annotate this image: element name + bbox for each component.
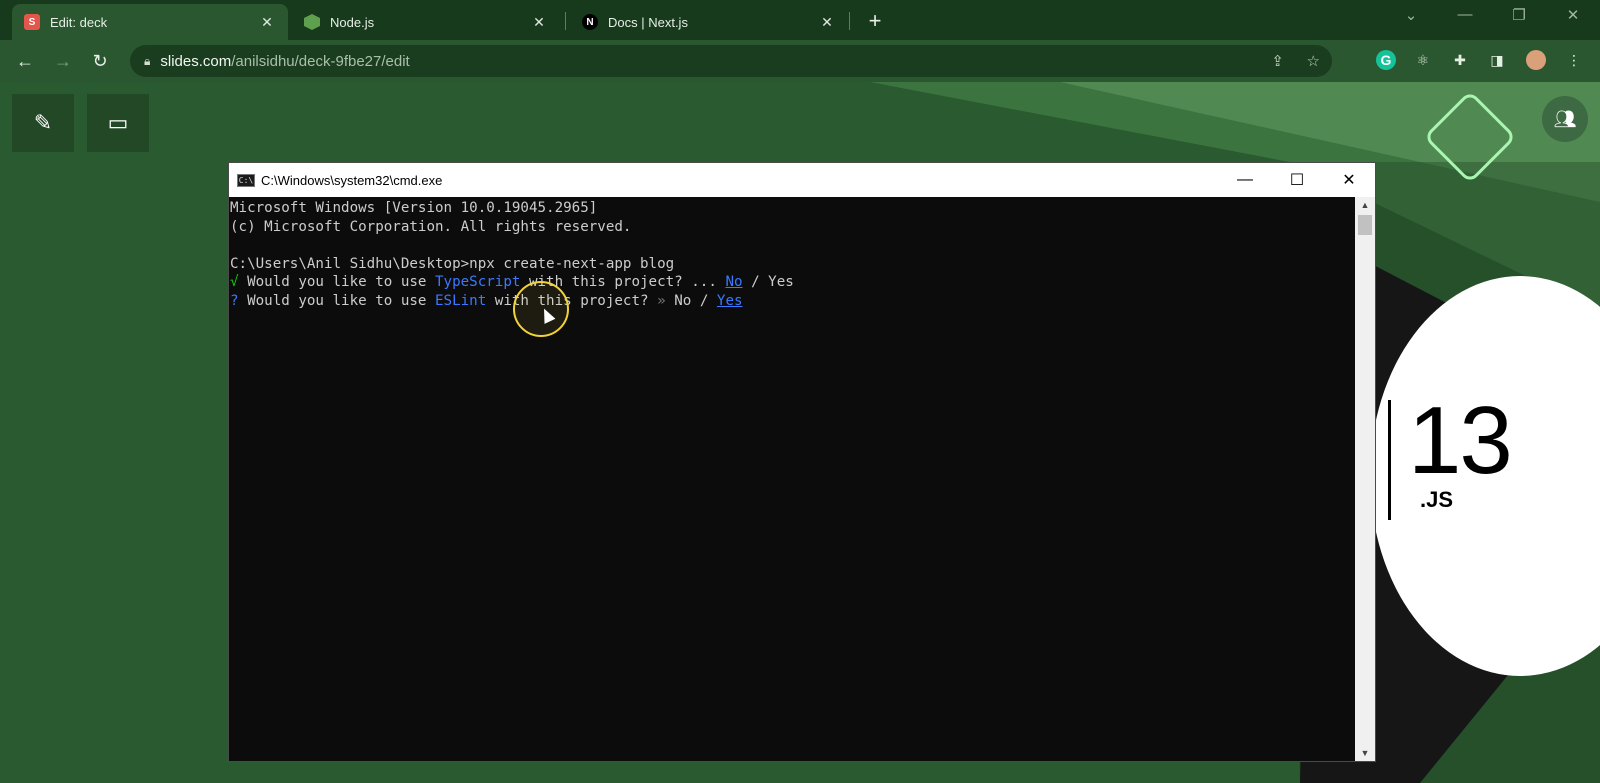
terminal-line: Microsoft Windows [Version 10.0.19045.29…	[230, 200, 598, 216]
terminal-prompt-typescript: √ Would you like to use TypeScript with …	[230, 274, 794, 290]
collaborators-button[interactable]: 👥︎	[1542, 96, 1588, 142]
window-close-icon[interactable]: ✕	[1558, 6, 1588, 24]
nextjs-suffix-text: .JS	[1420, 487, 1454, 512]
scroll-down-arrow-icon[interactable]: ▼	[1355, 745, 1375, 761]
cmd-title: C:\Windows\system32\cmd.exe	[261, 172, 443, 188]
tab-title: Edit: deck	[50, 14, 108, 30]
terminal-command-line: C:\Users\Anil Sidhu\Desktop>npx create-n…	[230, 255, 675, 272]
browser-toolbar: ← → ↻ 🔒︎ slides.com/anilsidhu/deck-9fbe2…	[0, 40, 1600, 82]
tab-title: Docs | Next.js	[608, 14, 688, 30]
cmd-titlebar[interactable]: C:\ C:\Windows\system32\cmd.exe — ☐ ✕	[229, 163, 1375, 197]
tab-separator	[849, 12, 850, 30]
menu-kebab-icon[interactable]: ⋮	[1564, 50, 1584, 70]
lock-icon: 🔒︎	[144, 53, 151, 68]
profile-avatar[interactable]	[1526, 50, 1546, 70]
browser-tabstrip: S Edit: deck ✕ Node.js ✕ N Docs | Next.j…	[0, 0, 1600, 40]
terminal-prompt-eslint: ? Would you like to use ESLint with this…	[230, 292, 743, 309]
present-button[interactable]: ▭	[87, 94, 149, 152]
nextjs-version-text: 13	[1408, 387, 1513, 494]
url-text: slides.com/anilsidhu/deck-9fbe27/edit	[160, 52, 410, 70]
terminal-output[interactable]: Microsoft Windows [Version 10.0.19045.29…	[229, 197, 1355, 761]
tab-nextjs-docs[interactable]: N Docs | Next.js ✕	[570, 4, 848, 40]
share-icon[interactable]: ⇪	[1271, 52, 1284, 70]
close-icon[interactable]: ✕	[530, 13, 548, 31]
close-icon[interactable]: ✕	[258, 13, 276, 31]
tab-nodejs[interactable]: Node.js ✕	[292, 4, 560, 40]
scroll-up-arrow-icon[interactable]: ▲	[1355, 197, 1375, 213]
nextjs-favicon-icon: N	[582, 14, 598, 30]
cmd-window: C:\ C:\Windows\system32\cmd.exe — ☐ ✕ Mi…	[228, 162, 1376, 762]
reload-icon[interactable]: ↻	[88, 49, 112, 73]
tab-title: Node.js	[330, 14, 375, 30]
tab-separator	[565, 12, 566, 30]
nextjs-logo-stroke	[1388, 400, 1391, 520]
cmd-app-icon: C:\	[237, 173, 255, 187]
extensions-puzzle-icon[interactable]: ✚	[1450, 50, 1470, 70]
restore-icon[interactable]: ❐	[1504, 6, 1534, 24]
edit-pen-button[interactable]: ✎	[12, 94, 74, 152]
forward-arrow-icon[interactable]: →	[51, 49, 75, 73]
address-bar[interactable]: 🔒︎ slides.com/anilsidhu/deck-9fbe27/edit…	[130, 45, 1332, 77]
new-tab-button[interactable]: +	[862, 8, 888, 34]
back-arrow-icon[interactable]: ←	[13, 49, 37, 73]
bookmark-star-icon[interactable]: ☆	[1307, 52, 1320, 70]
slides-favicon-icon: S	[24, 14, 40, 30]
scroll-thumb[interactable]	[1358, 215, 1372, 235]
cmd-maximize-icon[interactable]: ☐	[1271, 170, 1323, 190]
terminal-line: (c) Microsoft Corporation. All rights re…	[230, 218, 632, 235]
cmd-minimize-icon[interactable]: —	[1219, 171, 1271, 189]
nodejs-favicon-icon	[304, 14, 320, 30]
cmd-close-icon[interactable]: ✕	[1323, 170, 1375, 190]
tab-search-chevron-icon[interactable]: ⌄	[1396, 6, 1426, 24]
grammarly-icon[interactable]: G	[1376, 50, 1396, 70]
minimize-icon[interactable]: —	[1450, 6, 1480, 23]
close-icon[interactable]: ✕	[818, 13, 836, 31]
react-devtools-icon[interactable]: ⚛	[1413, 50, 1433, 70]
cmd-scrollbar[interactable]: ▲ ▼	[1355, 197, 1375, 761]
side-panel-icon[interactable]: ◨	[1487, 50, 1507, 70]
tab-edit-deck[interactable]: S Edit: deck ✕	[12, 4, 288, 40]
